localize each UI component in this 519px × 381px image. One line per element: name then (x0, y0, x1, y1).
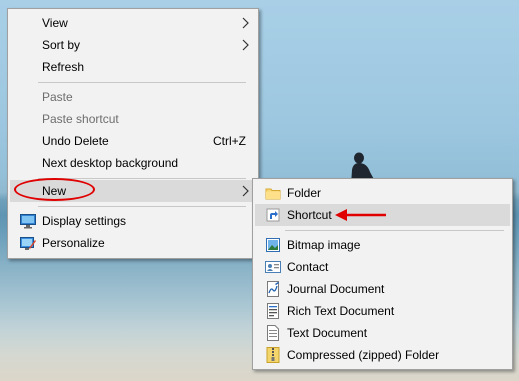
submenu-item-compressed-folder[interactable]: Compressed (zipped) Folder (255, 344, 510, 366)
new-submenu: Folder Shortcut Bitmap image Contact Jou… (252, 178, 513, 370)
menu-item-label: Display settings (42, 214, 127, 228)
menu-item-next-desktop-background[interactable]: Next desktop background (10, 152, 256, 174)
journal-icon (267, 281, 279, 297)
desktop-context-menu: View Sort by Refresh Paste Paste shortcu… (7, 8, 259, 259)
chevron-right-icon (242, 17, 249, 29)
menu-item-label: Sort by (42, 38, 81, 52)
menu-item-label: Next desktop background (42, 156, 179, 170)
bitmap-icon (266, 238, 280, 252)
submenu-item-bitmap-image[interactable]: Bitmap image (255, 234, 510, 256)
menu-item-refresh[interactable]: Refresh (10, 56, 256, 78)
menu-item-label: Personalize (42, 236, 105, 250)
menu-separator (38, 82, 246, 83)
menu-item-label: Contact (287, 260, 329, 274)
menu-item-personalize[interactable]: Personalize (10, 232, 256, 254)
display-icon (20, 214, 36, 229)
menu-item-label: Undo Delete (42, 134, 109, 148)
menu-item-paste[interactable]: Paste (10, 86, 256, 108)
rich-text-icon (267, 303, 279, 319)
chevron-right-icon (242, 39, 249, 51)
menu-item-label: Paste shortcut (42, 112, 119, 126)
folder-icon (265, 188, 281, 200)
highlight-ellipse (14, 178, 95, 201)
menu-item-shortcut: Ctrl+Z (213, 134, 246, 148)
menu-item-paste-shortcut[interactable]: Paste shortcut (10, 108, 256, 130)
shortcut-icon (266, 208, 280, 222)
menu-item-label: Text Document (287, 326, 368, 340)
annotation-arrow-icon (335, 209, 386, 221)
zip-folder-icon (266, 347, 280, 363)
menu-item-view[interactable]: View (10, 12, 256, 34)
personalize-icon (20, 237, 36, 250)
menu-item-undo-delete[interactable]: Undo Delete Ctrl+Z (10, 130, 256, 152)
menu-item-label: Compressed (zipped) Folder (287, 348, 440, 362)
submenu-item-rich-text-document[interactable]: Rich Text Document (255, 300, 510, 322)
menu-item-display-settings[interactable]: Display settings (10, 210, 256, 232)
menu-item-sort-by[interactable]: Sort by (10, 34, 256, 56)
menu-item-label: Refresh (42, 60, 85, 74)
chevron-right-icon (242, 185, 249, 197)
menu-item-label: Bitmap image (287, 238, 361, 252)
contact-icon (265, 261, 281, 273)
submenu-item-text-document[interactable]: Text Document (255, 322, 510, 344)
menu-separator (38, 206, 246, 207)
menu-item-label: View (42, 16, 68, 30)
menu-item-label: Folder (287, 186, 322, 200)
menu-item-label: Paste (42, 90, 73, 104)
menu-item-label: Rich Text Document (287, 304, 395, 318)
submenu-item-contact[interactable]: Contact (255, 256, 510, 278)
submenu-item-journal-document[interactable]: Journal Document (255, 278, 510, 300)
text-document-icon (267, 325, 279, 341)
menu-item-label: Journal Document (287, 282, 385, 296)
menu-item-label: Shortcut (287, 208, 332, 222)
submenu-item-folder[interactable]: Folder (255, 182, 510, 204)
menu-separator (285, 230, 504, 231)
